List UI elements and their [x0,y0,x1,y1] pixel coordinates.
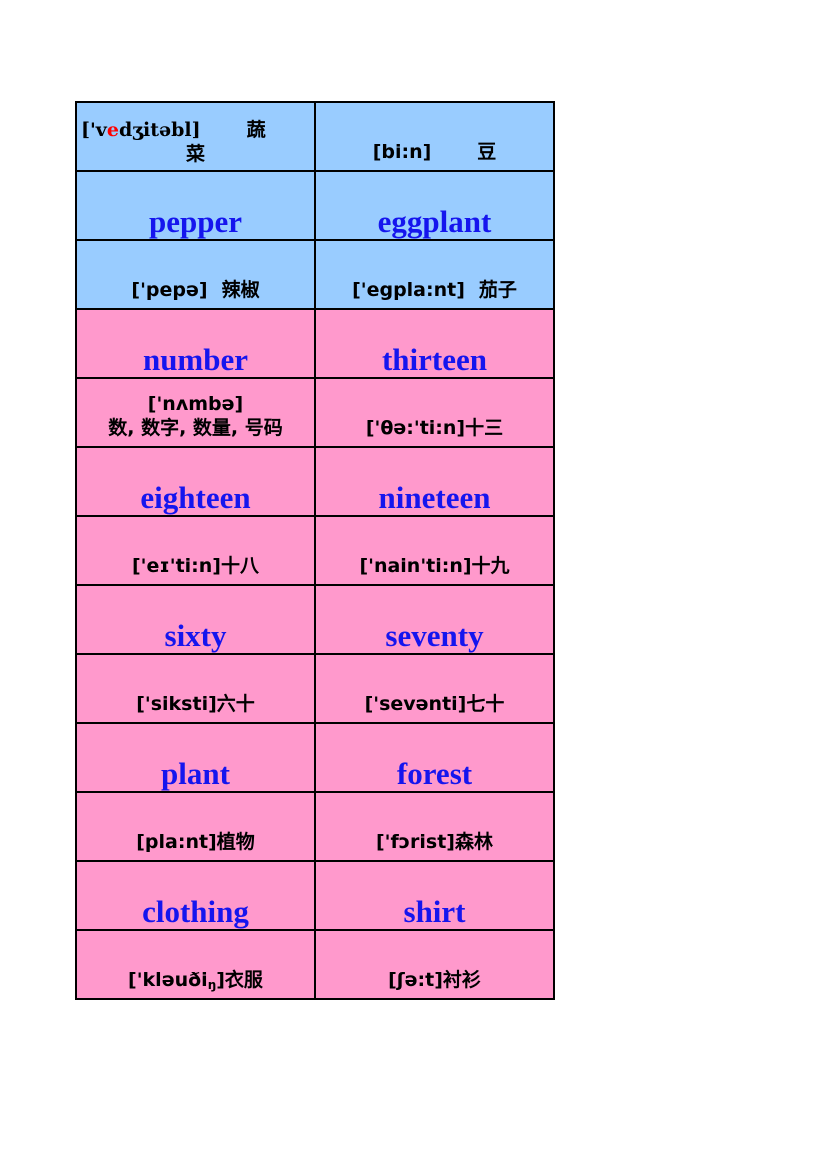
pepper-phonetic: ['pepə] [131,279,208,302]
number-word: number [142,342,249,378]
shirt-phonetic: [ʃə:t] [388,969,443,992]
cell-plant-phonetic: [pla:nt]植物 [75,791,316,862]
seventy-phonetic: ['sevənti] [364,693,467,716]
eggplant-phonetic-line: ['egpla:nt] 茄子 [320,279,549,308]
thirteen-gloss: 十三 [465,417,504,440]
cell-pepper-word: pepper [75,170,316,241]
pepper-gloss: 辣椒 [221,279,260,302]
clothing-phonetic-post: ] [216,969,225,991]
sixty-word: sixty [164,618,227,654]
vegetable-gloss-char-2: 菜 [185,143,205,166]
bean-gloss: 豆 [477,141,497,164]
cell-thirteen-phonetic: ['θə:'ti:n]十三 [314,377,555,448]
vegetable-phonetic-pre: ['v [81,118,107,141]
shirt-word: shirt [403,894,466,930]
cell-sixty-phonetic: ['siksti]六十 [75,653,316,724]
clothing-word: clothing [142,894,249,930]
number-gloss: 数, 数字, 数量, 号码 [108,417,283,440]
forest-phonetic-line: ['fɔrist]森林 [320,831,549,860]
nineteen-phonetic-line: ['nain'ti:n]十九 [320,555,549,584]
table-row: sixty seventy [75,584,555,655]
eighteen-gloss: 十八 [220,555,259,578]
nineteen-phonetic: ['nain'ti:n] [359,555,472,578]
forest-phonetic: ['fɔrist] [375,831,455,854]
vocabulary-table: ['vedʒitəbl] 蔬菜 [bi:n] 豆 pepper eggplant [… [75,101,555,1000]
cell-shirt-word: shirt [314,860,555,931]
eighteen-word: eighteen [140,480,251,516]
table-row: ['kləuðiŋ]衣服 [ʃə:t]衬衫 [75,929,555,1000]
cell-seventy-word: seventy [314,584,555,655]
cell-eggplant-word: eggplant [314,170,555,241]
nineteen-word: nineteen [378,480,491,516]
plant-phonetic: [pla:nt] [136,831,217,854]
table-row: eighteen nineteen [75,446,555,517]
eggplant-gloss: 茄子 [478,279,517,302]
table-row: ['eɪ'ti:n]十八 ['nain'ti:n]十九 [75,515,555,586]
table-row: ['pepə] 辣椒 ['egpla:nt] 茄子 [75,239,555,310]
cell-pepper-phonetic: ['pepə] 辣椒 [75,239,316,310]
cell-number-phonetic: ['nʌmbə] 数, 数字, 数量, 号码 [75,377,316,448]
cell-forest-phonetic: ['fɔrist]森林 [314,791,555,862]
bean-phonetic-line: [bi:n] 豆 [320,141,549,170]
vegetable-phonetic-line: ['vedʒitəbl] 蔬菜 [81,118,310,170]
pepper-phonetic-line: ['pepə] 辣椒 [81,279,310,308]
thirteen-phonetic-line: ['θə:'ti:n]十三 [320,417,549,446]
cell-vegetable-phonetic: ['vedʒitəbl] 蔬菜 [75,101,316,172]
cell-eighteen-word: eighteen [75,446,316,517]
number-phonetic-block: ['nʌmbə] 数, 数字, 数量, 号码 [81,392,310,446]
table-row: ['vedʒitəbl] 蔬菜 [bi:n] 豆 [75,101,555,172]
eighteen-phonetic: ['eɪ'ti:n] [132,555,221,578]
seventy-gloss: 七十 [466,693,505,716]
clothing-gloss: 衣服 [224,969,263,991]
cell-eggplant-phonetic: ['egpla:nt] 茄子 [314,239,555,310]
forest-word: forest [396,756,473,792]
eggplant-phonetic: ['egpla:nt] [352,279,465,302]
pepper-word: pepper [149,204,242,240]
vegetable-phonetic-highlight: e [106,118,119,141]
table-row: number thirteen [75,308,555,379]
vegetable-phonetic-post: dʒitəbl] [118,118,201,141]
cell-thirteen-word: thirteen [314,308,555,379]
sixty-phonetic: ['siksti] [136,693,217,716]
nineteen-gloss: 十九 [471,555,510,578]
cell-sixty-word: sixty [75,584,316,655]
cell-plant-word: plant [75,722,316,793]
cell-clothing-word: clothing [75,860,316,931]
bean-phonetic: [bi:n] [372,141,432,164]
thirteen-word: thirteen [381,342,488,378]
seventy-word: seventy [385,618,484,654]
cell-forest-word: forest [314,722,555,793]
cell-shirt-phonetic: [ʃə:t]衬衫 [314,929,555,1000]
table-row: [pla:nt]植物 ['fɔrist]森林 [75,791,555,862]
forest-gloss: 森林 [454,831,493,854]
plant-phonetic-line: [pla:nt]植物 [81,831,310,860]
table-row: ['nʌmbə] 数, 数字, 数量, 号码 ['θə:'ti:n]十三 [75,377,555,448]
number-phonetic: ['nʌmbə] [147,392,244,415]
sixty-phonetic-line: ['siksti]六十 [81,693,310,722]
shirt-gloss: 衬衫 [442,969,481,992]
table-row: clothing shirt [75,860,555,931]
clothing-phonetic-line: ['kləuðiŋ]衣服 [81,969,310,998]
cell-clothing-phonetic: ['kləuðiŋ]衣服 [75,929,316,1000]
plant-word: plant [161,756,230,792]
sixty-gloss: 六十 [216,693,255,716]
thirteen-phonetic: ['θə:'ti:n] [365,417,466,440]
plant-gloss: 植物 [216,831,255,854]
cell-seventy-phonetic: ['sevənti]七十 [314,653,555,724]
eggplant-word: eggplant [377,204,492,240]
table-row: pepper eggplant [75,170,555,241]
clothing-phonetic-ng: ŋ [207,978,217,992]
cell-nineteen-word: nineteen [314,446,555,517]
cell-eighteen-phonetic: ['eɪ'ti:n]十八 [75,515,316,586]
table-row: plant forest [75,722,555,793]
eighteen-phonetic-line: ['eɪ'ti:n]十八 [81,555,310,584]
shirt-phonetic-line: [ʃə:t]衬衫 [320,969,549,998]
seventy-phonetic-line: ['sevənti]七十 [320,693,549,722]
cell-number-word: number [75,308,316,379]
clothing-phonetic-pre: ['kləuði [128,969,208,991]
cell-bean-phonetic: [bi:n] 豆 [314,101,555,172]
table-row: ['siksti]六十 ['sevənti]七十 [75,653,555,724]
cell-nineteen-phonetic: ['nain'ti:n]十九 [314,515,555,586]
vegetable-gloss-char-1: 蔬 [246,118,266,141]
